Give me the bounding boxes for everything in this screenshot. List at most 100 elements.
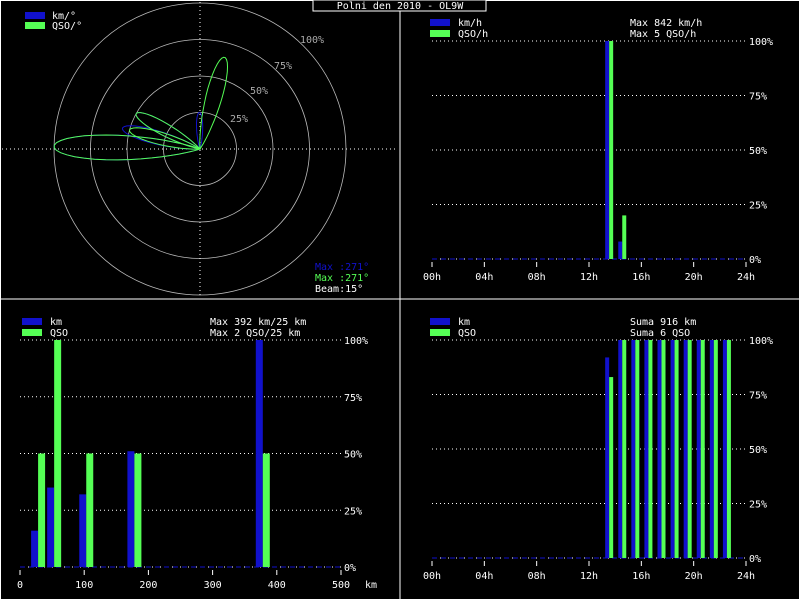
distance-bar-km-3 (127, 451, 135, 567)
distance-xtick-label-3: 300 (204, 580, 222, 591)
distance-xtick-label-2: 200 (139, 580, 157, 591)
polar-plot (2, 2, 398, 298)
legend-swatch-km (22, 318, 42, 325)
cumulative-bar-chart: 0% 25% 50% 75% 100% 00h 04h 08h 12h 16h 20h 24h (423, 336, 773, 582)
legend-label-qso: QSO (50, 328, 68, 339)
hourly-xtick-label-4: 16h (632, 272, 650, 283)
distance-ytick-label-2: 50% (344, 450, 362, 461)
hourly-xtick-label-5: 20h (685, 272, 703, 283)
legend-swatch-cum-km (430, 318, 450, 325)
cumulative-bar-qso-2 (635, 340, 640, 558)
polar-beam: Beam:15° (315, 284, 363, 295)
polar-qso-lobe-3 (199, 56, 229, 150)
distance-bar-km-0 (31, 530, 39, 567)
legend-label-cum-km: km (458, 317, 470, 328)
cumulative-ytick-label-0: 0% (749, 554, 761, 565)
hourly-xtick-label-0: 00h (423, 272, 441, 283)
cumulative-bar-qso-0 (609, 377, 614, 558)
cumulative-bar-km-0 (605, 357, 610, 558)
ring-label-50: 50% (250, 86, 268, 97)
distance-bar-km-2 (79, 494, 87, 567)
chart-dashboard: Polni den 2010 - OL9W km/° QSO/° 25% 50%… (0, 0, 800, 600)
cumulative-sum-qso: Suma 6 QSO (630, 328, 690, 339)
cumulative-bar-qso-8 (713, 340, 718, 558)
cumulative-xtick-label-2: 08h (528, 571, 546, 582)
distance-bar-chart: 0% 25% 50% 75% 100% 0 100 200 300 400 500 km (17, 336, 377, 591)
cumulative-xtick-label-3: 12h (580, 571, 598, 582)
hourly-xtick-label-3: 12h (580, 272, 598, 283)
hourly-ytick-label-3: 75% (749, 92, 767, 103)
cumulative-xtick-label-0: 00h (423, 571, 441, 582)
distance-max-qso: Max 2 QSO/25 km (210, 328, 300, 339)
cumulative-ytick-label-1: 25% (749, 500, 767, 511)
cumulative-ytick-label-2: 50% (749, 445, 767, 456)
hourly-bar-chart: 0% 25% 50% 75% 100% 00h 04h 08h 12h 16h 20h 24h (423, 37, 773, 283)
polar-max-km: Max :271° (315, 262, 369, 273)
legend-label-qso-h: QSO/h (458, 29, 488, 40)
distance-bar-qso-3 (134, 453, 142, 567)
cumulative-bar-km-2 (631, 340, 636, 558)
distance-bar-qso-2 (86, 453, 94, 567)
chart-title: Polni den 2010 - OL9W (337, 1, 464, 12)
distance-bar-km-4 (255, 340, 263, 567)
cumulative-xtick-label-4: 16h (632, 571, 650, 582)
legend-swatch-cum-qso (430, 329, 450, 336)
legend-label-km: km (50, 317, 62, 328)
cumulative-bar-km-8 (709, 340, 714, 558)
distance-xtick-label-0: 0 (17, 580, 23, 591)
distance-ytick-label-0: 0% (344, 563, 356, 574)
distance-max-km: Max 392 km/25 km (210, 317, 306, 328)
polar-max-qso: Max :271° (315, 273, 369, 284)
cumulative-bar-km-4 (657, 340, 662, 558)
cumulative-bar-km-3 (644, 340, 649, 558)
distance-ytick-label-3: 75% (344, 393, 362, 404)
cumulative-bar-km-6 (683, 340, 688, 558)
hourly-max-qso: Max 5 QSO/h (630, 29, 696, 40)
legend-swatch-qso (22, 329, 42, 336)
cumulative-ytick-label-4: 100% (749, 336, 773, 347)
cumulative-bar-qso-3 (648, 340, 653, 558)
cumulative-xtick-label-1: 04h (475, 571, 493, 582)
hourly-ytick-label-1: 25% (749, 201, 767, 212)
legend-swatch-km-h (430, 19, 450, 26)
legend-swatch-qso-h (430, 30, 450, 37)
hourly-bar-qsoh-0 (609, 41, 614, 259)
distance-x-unit: km (365, 580, 377, 591)
cumulative-ytick-label-3: 75% (749, 391, 767, 402)
hourly-bar-kmh-0 (605, 41, 610, 259)
distance-xtick-label-1: 100 (75, 580, 93, 591)
distance-ytick-label-1: 25% (344, 506, 362, 517)
hourly-xtick-label-1: 04h (475, 272, 493, 283)
distance-xtick-label-4: 400 (268, 580, 286, 591)
cumulative-bar-km-9 (722, 340, 727, 558)
hourly-ytick-label-4: 100% (749, 37, 773, 48)
cumulative-bar-qso-7 (700, 340, 705, 558)
cumulative-bar-km-1 (618, 340, 623, 558)
legend-swatch-qso-deg (25, 22, 45, 29)
hourly-xtick-label-6: 24h (737, 272, 755, 283)
distance-bar-qso-4 (262, 453, 270, 567)
cumulative-bar-qso-9 (726, 340, 731, 558)
ring-label-25: 25% (230, 114, 248, 125)
hourly-max-km: Max 842 km/h (630, 18, 702, 29)
distance-ytick-label-4: 100% (344, 336, 368, 347)
legend-label-cum-qso: QSO (458, 328, 476, 339)
ring-label-100: 100% (300, 35, 324, 46)
chart-canvas: Polni den 2010 - OL9W km/° QSO/° 25% 50%… (0, 0, 800, 600)
distance-bar-km-1 (47, 487, 55, 567)
cumulative-bar-km-7 (696, 340, 701, 558)
hourly-bar-qsoh-1 (622, 215, 627, 259)
hourly-ytick-label-0: 0% (749, 255, 761, 266)
cumulative-bar-qso-6 (687, 340, 692, 558)
legend-swatch-km-deg (25, 12, 45, 19)
hourly-ytick-label-2: 50% (749, 146, 767, 157)
hourly-xtick-label-2: 08h (528, 272, 546, 283)
cumulative-xtick-label-6: 24h (737, 571, 755, 582)
cumulative-bar-km-5 (670, 340, 675, 558)
cumulative-xtick-label-5: 20h (685, 571, 703, 582)
cumulative-bar-qso-4 (661, 340, 666, 558)
cumulative-sum-km: Suma 916 km (630, 317, 696, 328)
distance-bar-qso-0 (38, 453, 46, 567)
hourly-bar-kmh-1 (618, 241, 623, 259)
cumulative-bar-qso-5 (674, 340, 679, 558)
